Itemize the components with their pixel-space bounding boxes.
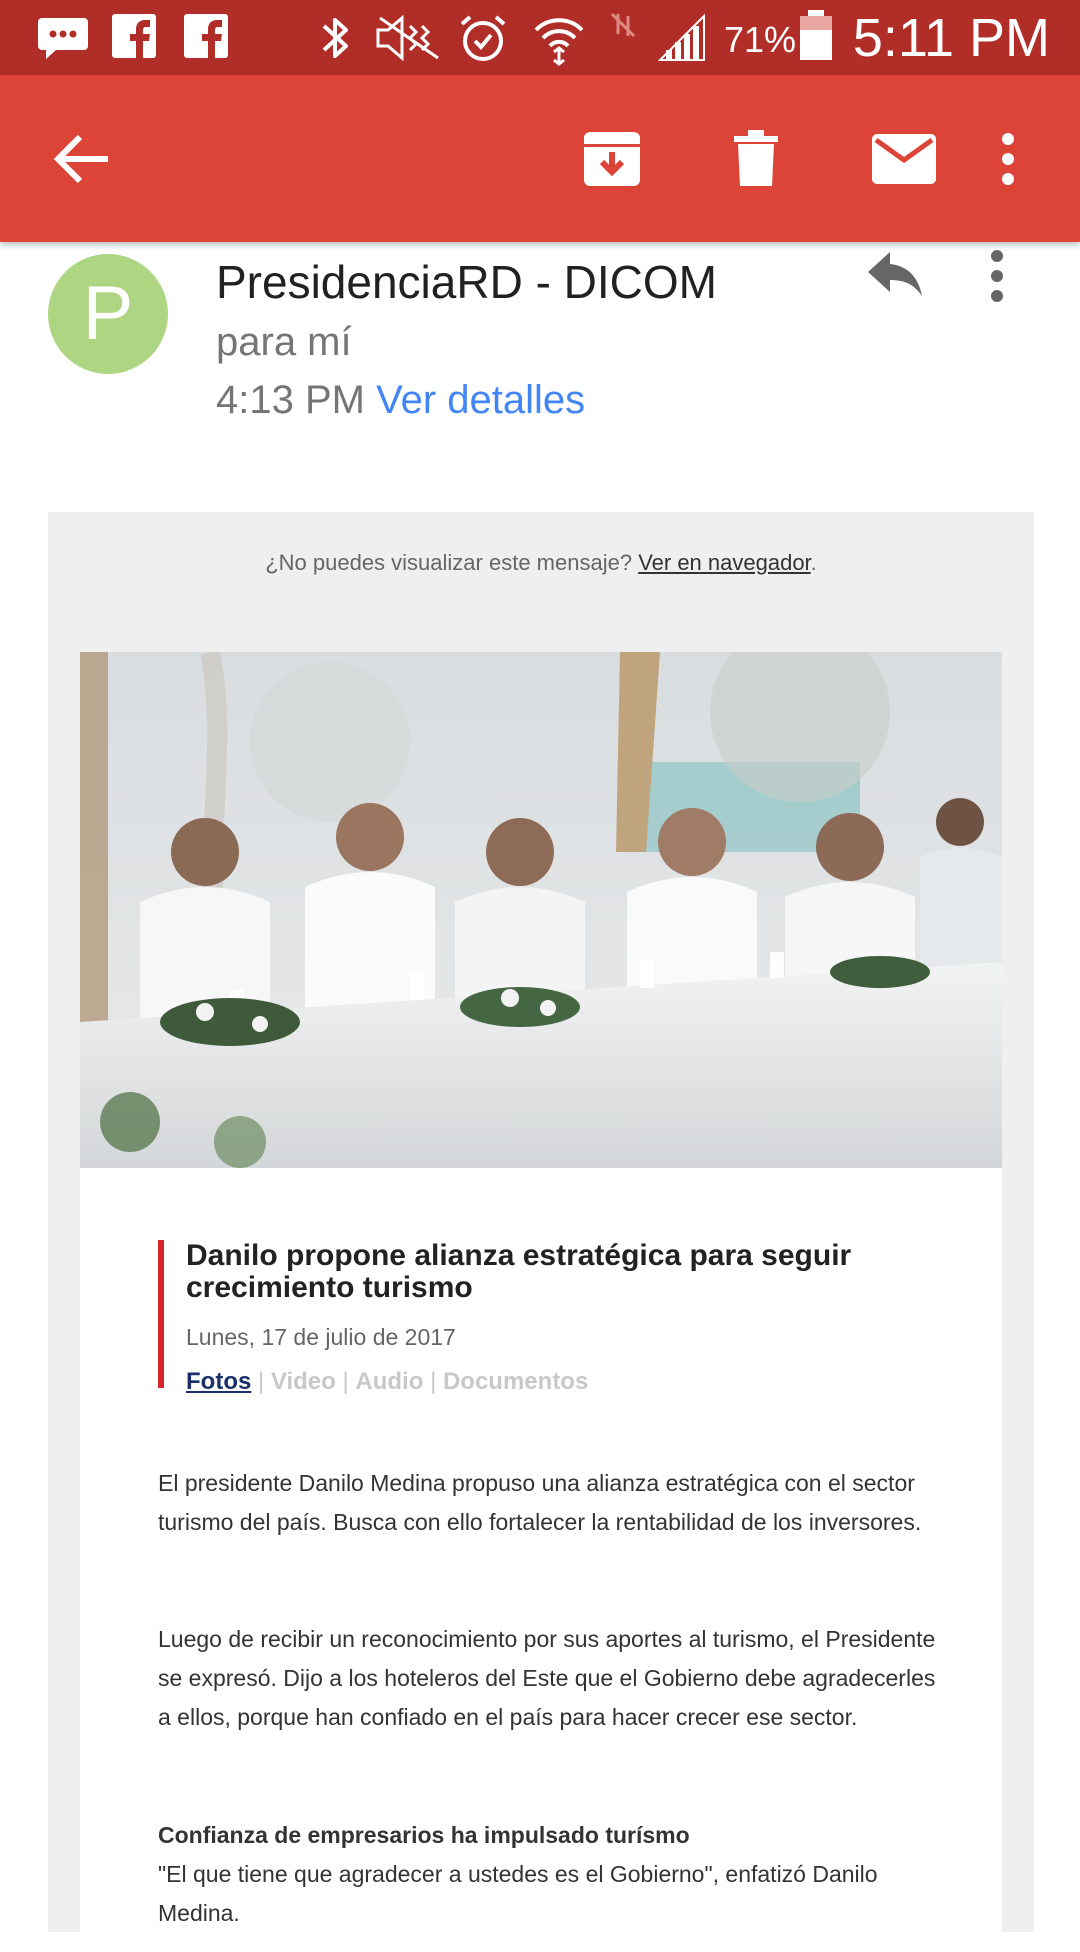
alarm-icon bbox=[458, 14, 508, 69]
reply-icon bbox=[868, 252, 922, 296]
email-time-row: 4:13 PM Ver detalles bbox=[216, 374, 585, 426]
subheading: Confianza de empresarios ha impulsado tu… bbox=[158, 1822, 690, 1848]
archive-button[interactable] bbox=[576, 123, 648, 195]
cant-view-text: ¿No puedes visualizar este mensaje? bbox=[265, 550, 633, 575]
back-arrow-icon bbox=[53, 134, 108, 184]
no-data-icon bbox=[608, 10, 638, 45]
mark-unread-icon bbox=[872, 134, 936, 184]
paragraph-1: El presidente Danilo Medina propuso una … bbox=[158, 1470, 922, 1535]
sender-name: PresidenciaRD - DICOM bbox=[216, 256, 717, 308]
separator: | bbox=[430, 1368, 443, 1395]
status-bar: 71% 5:11 PM bbox=[0, 0, 1080, 75]
newsletter-card: Danilo propone alianza estratégica para … bbox=[80, 652, 1002, 1952]
news-date: Lunes, 17 de julio de 2017 bbox=[186, 1324, 456, 1350]
separator: | bbox=[342, 1368, 356, 1395]
mark-unread-button[interactable] bbox=[864, 123, 944, 195]
delete-icon bbox=[734, 130, 778, 186]
back-button[interactable] bbox=[46, 123, 118, 195]
delete-button[interactable] bbox=[720, 123, 792, 195]
signal-icon bbox=[657, 13, 706, 67]
audio-link[interactable]: Audio bbox=[355, 1368, 423, 1395]
view-in-browser-link[interactable]: Ver en navegador bbox=[638, 550, 810, 575]
mute-icon bbox=[374, 14, 446, 67]
facebook-icon bbox=[184, 14, 228, 63]
paragraph-3: "El que tiene que agradecer a ustedes es… bbox=[158, 1861, 878, 1926]
headline-block: Danilo propone alianza estratégica para … bbox=[158, 1239, 966, 1395]
archive-icon bbox=[584, 132, 640, 186]
details-link[interactable]: Ver detalles bbox=[376, 378, 585, 422]
battery-percent: 71% bbox=[724, 19, 797, 60]
separator: | bbox=[258, 1368, 271, 1395]
photos-link[interactable]: Fotos bbox=[186, 1368, 251, 1395]
app-bar bbox=[0, 75, 1080, 242]
more-options-button[interactable] bbox=[990, 123, 1026, 195]
headline: Danilo propone alianza estratégica para … bbox=[186, 1239, 852, 1304]
link-suffix: . bbox=[810, 550, 817, 575]
paragraph-2: Luego de recibir un reconocimiento por s… bbox=[158, 1626, 936, 1730]
reply-button[interactable] bbox=[866, 250, 938, 310]
video-link[interactable]: Video bbox=[271, 1368, 336, 1395]
battery-icon bbox=[798, 10, 834, 67]
cant-view-notice: ¿No puedes visualizar este mensaje? Ver … bbox=[48, 548, 1034, 578]
wifi-icon bbox=[532, 14, 586, 71]
more-vert-icon bbox=[991, 250, 1003, 302]
news-photo[interactable] bbox=[80, 652, 1002, 1168]
documents-link[interactable]: Documentos bbox=[443, 1368, 588, 1395]
bluetooth-icon bbox=[318, 14, 354, 67]
media-links: Fotos | Video | Audio | Documentos bbox=[186, 1366, 966, 1398]
recipient-label: para mí bbox=[216, 320, 352, 364]
email-time: 4:13 PM bbox=[216, 378, 365, 422]
status-time: 5:11 PM bbox=[852, 8, 1050, 68]
message-icon bbox=[36, 14, 90, 65]
email-body: ¿No puedes visualizar este mensaje? Ver … bbox=[48, 512, 1034, 1952]
facebook-icon bbox=[112, 14, 156, 63]
message-more-button[interactable] bbox=[990, 250, 1026, 310]
more-vert-icon bbox=[1002, 133, 1014, 185]
avatar[interactable]: P bbox=[48, 254, 168, 374]
